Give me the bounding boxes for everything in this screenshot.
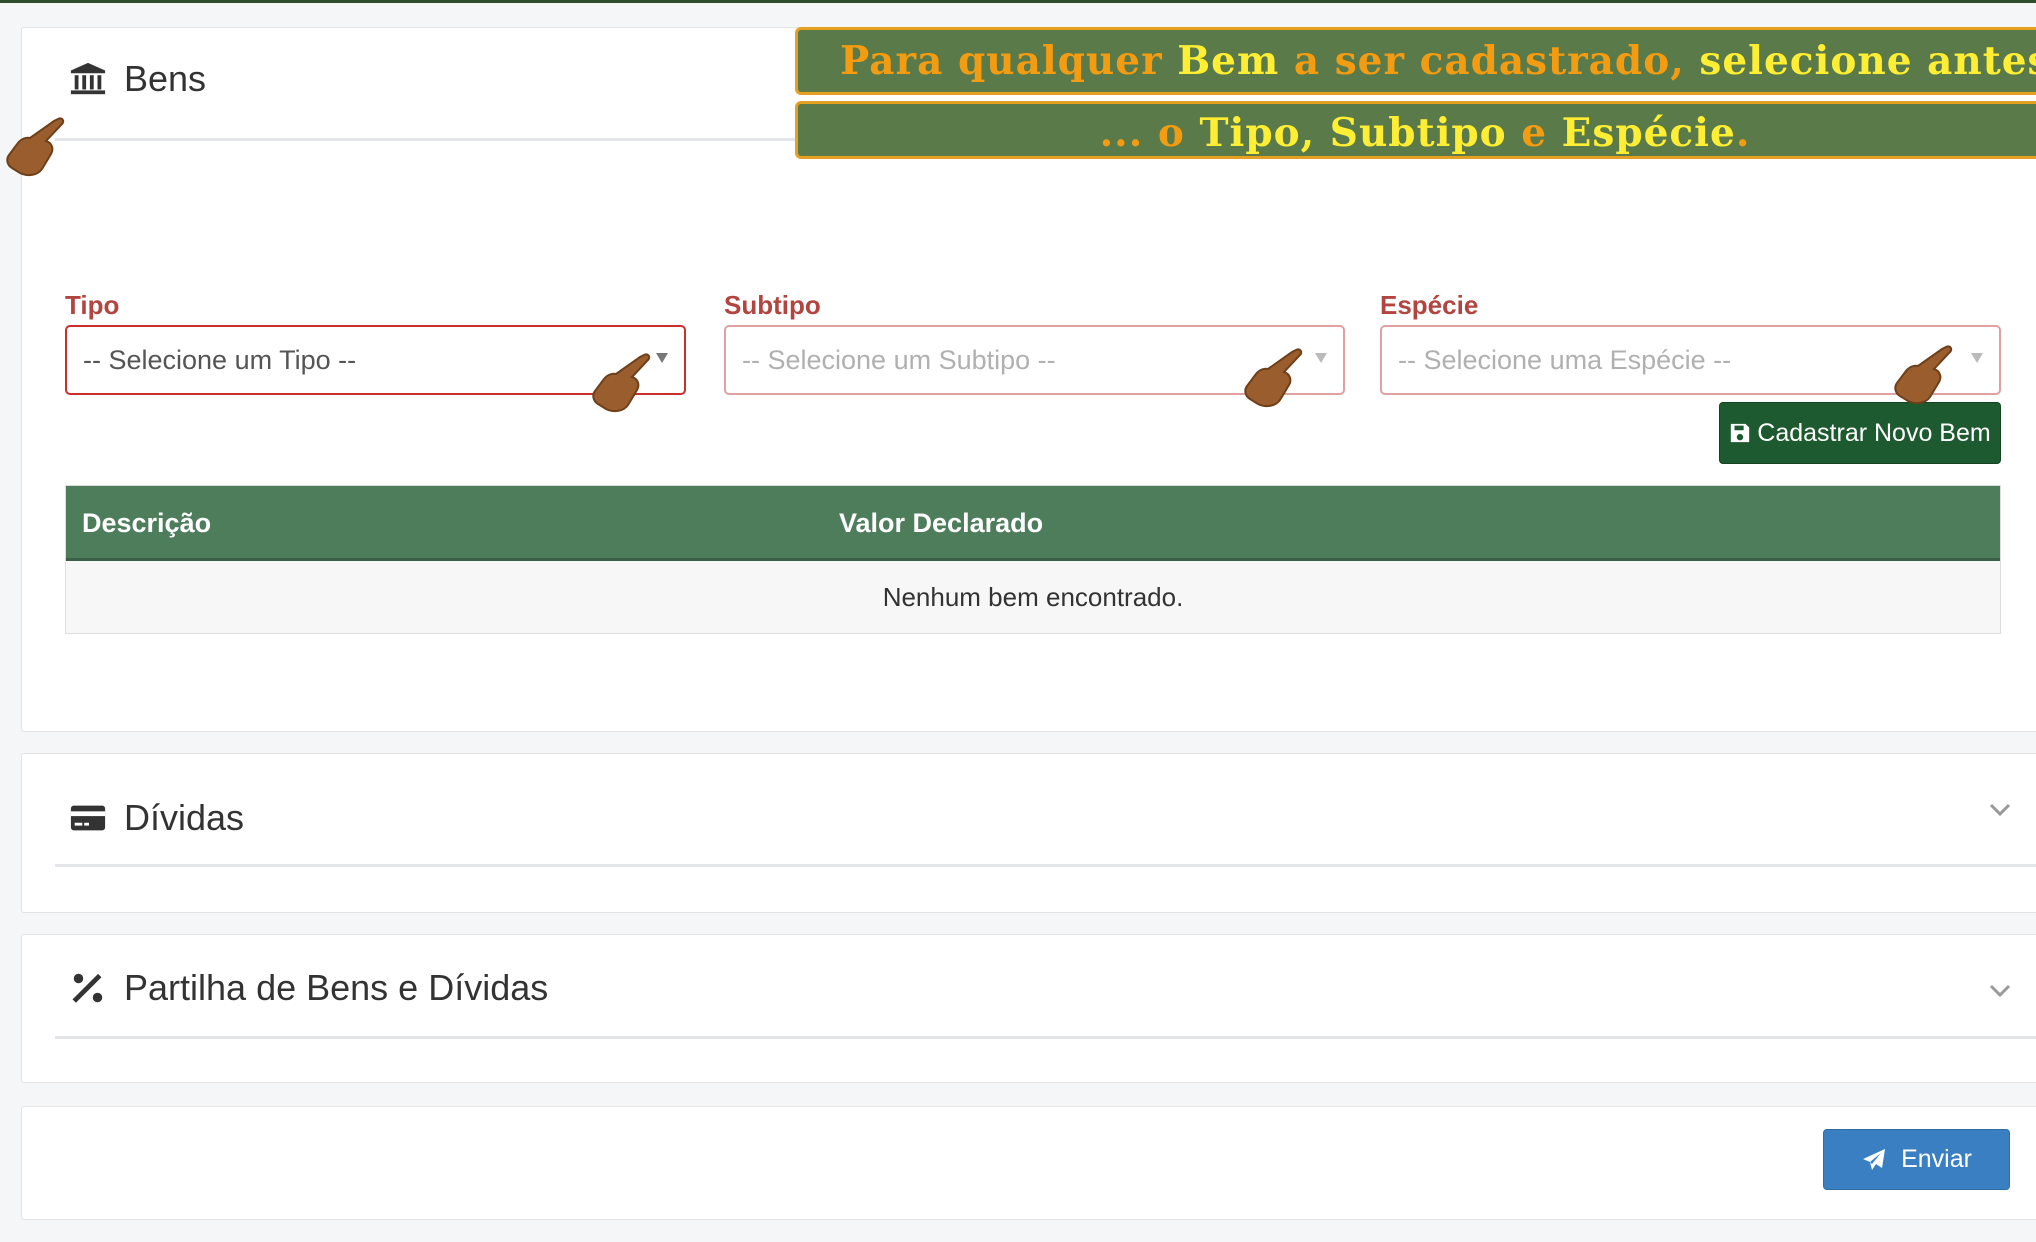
bens-title[interactable]: Bens (68, 58, 206, 100)
banner-text: Espécie (1561, 110, 1736, 156)
partilha-title-divider (55, 1036, 2036, 1039)
table-empty-row: Nenhum bem encontrado. (66, 561, 2000, 633)
partilha-title[interactable]: Partilha de Bens e Dívidas (68, 967, 548, 1009)
caret-down-icon (656, 353, 668, 363)
bens-table: Descrição Valor Declarado Nenhum bem enc… (65, 485, 2001, 634)
bens-title-text: Bens (124, 58, 207, 99)
pointing-hand-icon (4, 115, 68, 181)
paper-plane-icon (1863, 1148, 1886, 1170)
dividas-title-text: Dívidas (124, 797, 245, 838)
enviar-label: Enviar (1901, 1145, 1972, 1173)
tipo-select-value: -- Selecione um Tipo -- (83, 344, 357, 375)
save-icon (1731, 423, 1750, 443)
credit-card-icon (68, 798, 108, 838)
cadastrar-novo-bem-button[interactable]: Cadastrar Novo Bem (1719, 402, 2001, 464)
column-header-valor-declarado: Valor Declarado (839, 508, 1044, 538)
cadastrar-novo-bem-label: Cadastrar Novo Bem (1757, 418, 1991, 447)
banner-text: Para qualquer (840, 38, 1178, 84)
pointing-hand-icon (590, 351, 654, 417)
banner-text: ... o (1099, 110, 1200, 156)
especie-label: Espécie (1380, 290, 1479, 320)
tipo-label: Tipo (65, 290, 120, 320)
bank-icon (68, 59, 108, 99)
pointing-hand-icon (1242, 346, 1306, 412)
instruction-banner-line-2: ... o Tipo, Subtipo e Espécie. (795, 101, 2036, 159)
footer-panel (21, 1106, 2036, 1220)
dividas-title-divider (55, 864, 2036, 867)
caret-down-icon (1971, 353, 1983, 363)
caret-down-icon (1315, 353, 1327, 363)
banner-text: Bem (1177, 38, 1280, 84)
dividas-title[interactable]: Dívidas (68, 797, 244, 839)
banner-text: selecione antes (1699, 38, 2036, 84)
subtipo-select-value: -- Selecione um Subtipo -- (742, 344, 1056, 375)
chevron-down-icon[interactable] (1987, 797, 2013, 823)
instruction-banner-line-1: Para qualquer Bem a ser cadastrado, sele… (795, 27, 2036, 95)
dividas-panel: Dívidas (21, 753, 2036, 913)
column-header-descricao: Descrição (82, 508, 212, 538)
chevron-down-icon[interactable] (1987, 978, 2013, 1004)
partilha-title-text: Partilha de Bens e Dívidas (124, 967, 549, 1008)
banner-text: e (1506, 110, 1562, 156)
table-header: Descrição Valor Declarado (66, 486, 2000, 561)
subtipo-label: Subtipo (724, 290, 821, 320)
enviar-button[interactable]: Enviar (1823, 1129, 2010, 1190)
banner-text: a ser cadastrado, (1279, 38, 1700, 84)
banner-text: . (1735, 110, 1751, 156)
pointing-hand-icon (1892, 343, 1956, 409)
partilha-panel: Partilha de Bens e Dívidas (21, 934, 2036, 1083)
percent-icon (68, 968, 108, 1008)
especie-select-value: -- Selecione uma Espécie -- (1398, 344, 1732, 375)
banner-text: Tipo, Subtipo (1199, 110, 1507, 156)
